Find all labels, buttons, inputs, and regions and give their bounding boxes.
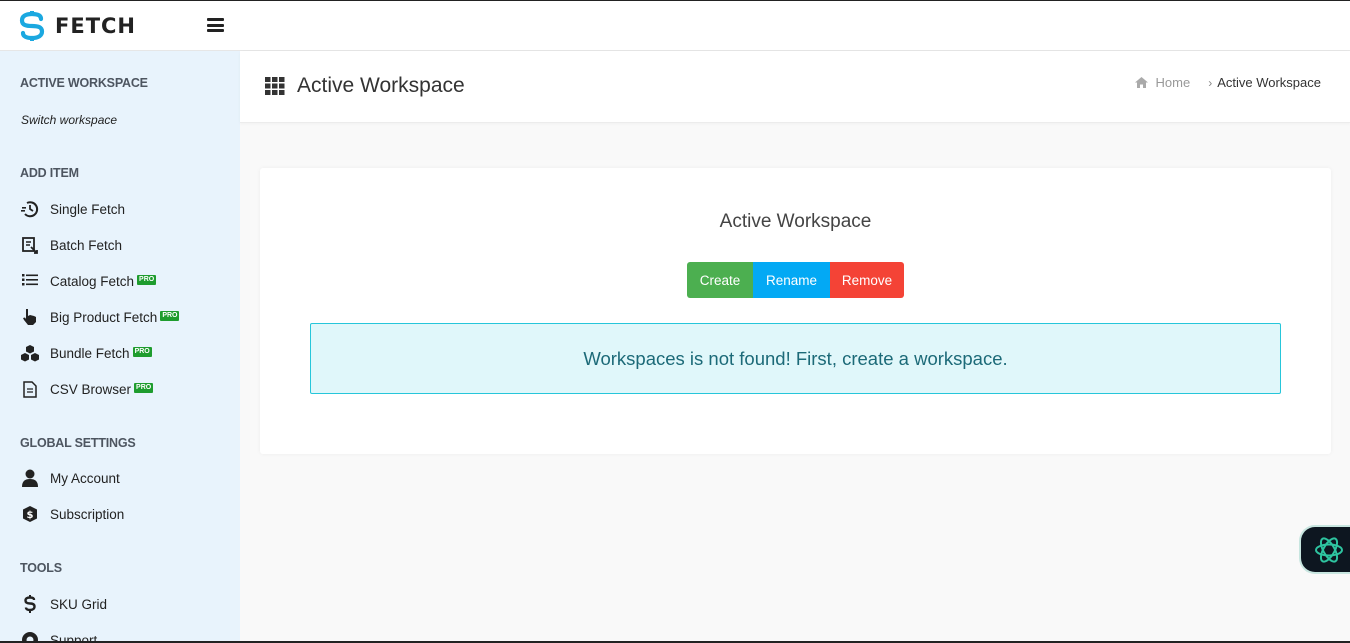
breadcrumb-home-label: Home <box>1155 75 1191 90</box>
sidebar-item-bundle-fetch[interactable]: Bundle Fetch PRO <box>20 342 230 364</box>
list-icon <box>20 271 40 291</box>
sidebar-heading-global-settings: GLOBAL SETTINGS <box>20 436 136 450</box>
top-bar: FETCH <box>0 0 1350 51</box>
menu-toggle-icon[interactable] <box>207 18 224 32</box>
sidebar-item-batch-fetch[interactable]: Batch Fetch <box>20 234 230 256</box>
user-icon <box>20 468 40 488</box>
sidebar-item-label: My Account <box>50 470 120 486</box>
sidebar-item-label: Big Product Fetch <box>50 309 158 325</box>
batch-fetch-icon <box>20 235 40 255</box>
pro-badge: PRO <box>137 275 157 285</box>
sidebar-item-sku-grid[interactable]: SKU Grid <box>20 593 230 615</box>
sidebar-heading-add-item: ADD ITEM <box>20 166 79 180</box>
sidebar-heading-active-workspace: ACTIVE WORKSPACE <box>20 76 148 90</box>
ai-assistant-icon <box>1315 536 1343 563</box>
assistant-button[interactable] <box>1301 527 1350 572</box>
sidebar-item-csv-browser[interactable]: CSV Browser PRO <box>20 378 230 400</box>
breadcrumb-current: Active Workspace <box>1217 75 1321 90</box>
card-title: Active Workspace <box>719 211 872 232</box>
workspace-button-group: Create Rename Remove <box>687 262 904 298</box>
sidebar-item-my-account[interactable]: My Account <box>20 467 230 489</box>
page-header: Active Workspace Home › Active Workspace <box>240 51 1350 123</box>
sidebar: ACTIVE WORKSPACE Switch workspace ADD IT… <box>0 51 240 643</box>
create-button[interactable]: Create <box>687 262 753 298</box>
pro-badge: PRO <box>132 347 152 357</box>
hand-pointer-icon <box>20 307 40 327</box>
sidebar-item-subscription[interactable]: $ Subscription <box>20 503 230 525</box>
brand-name: FETCH <box>55 14 137 38</box>
page-title: Active Workspace <box>297 74 465 97</box>
sidebar-item-single-fetch[interactable]: Single Fetch <box>20 198 230 220</box>
sidebar-item-label: Batch Fetch <box>50 237 123 253</box>
sidebar-item-label: Bundle Fetch <box>50 345 130 361</box>
fetch-logo-icon <box>19 11 45 41</box>
no-workspace-alert: Workspaces is not found! First, create a… <box>310 323 1281 394</box>
breadcrumb-home[interactable]: Home <box>1134 75 1191 90</box>
pro-badge: PRO <box>160 311 180 321</box>
breadcrumb: Home › Active Workspace <box>1134 75 1321 90</box>
grid-icon <box>265 77 285 95</box>
switch-workspace-link[interactable]: Switch workspace <box>21 113 117 127</box>
workspace-card: Active Workspace Create Rename Remove Wo… <box>260 168 1331 454</box>
sidebar-item-big-product-fetch[interactable]: Big Product Fetch PRO <box>20 306 230 328</box>
sidebar-item-label: SKU Grid <box>50 596 108 612</box>
logo[interactable]: FETCH <box>17 11 136 41</box>
dollar-icon <box>20 594 40 614</box>
home-icon <box>1134 77 1148 88</box>
subscription-icon: $ <box>20 504 40 524</box>
cubes-icon <box>20 343 40 363</box>
file-icon <box>20 379 40 399</box>
chevron-right-icon: › <box>1208 75 1213 90</box>
sidebar-item-label: Single Fetch <box>50 201 126 217</box>
sidebar-item-catalog-fetch[interactable]: Catalog Fetch PRO <box>20 270 230 292</box>
sidebar-item-label: CSV Browser <box>50 381 132 397</box>
remove-button[interactable]: Remove <box>830 262 904 298</box>
rename-button[interactable]: Rename <box>753 262 830 298</box>
sidebar-heading-tools: TOOLS <box>20 561 62 575</box>
sidebar-item-label: Catalog Fetch <box>50 273 135 289</box>
svg-text:$: $ <box>27 510 34 521</box>
single-fetch-icon <box>20 199 40 219</box>
pro-badge: PRO <box>134 383 154 393</box>
sidebar-item-label: Subscription <box>50 506 125 522</box>
